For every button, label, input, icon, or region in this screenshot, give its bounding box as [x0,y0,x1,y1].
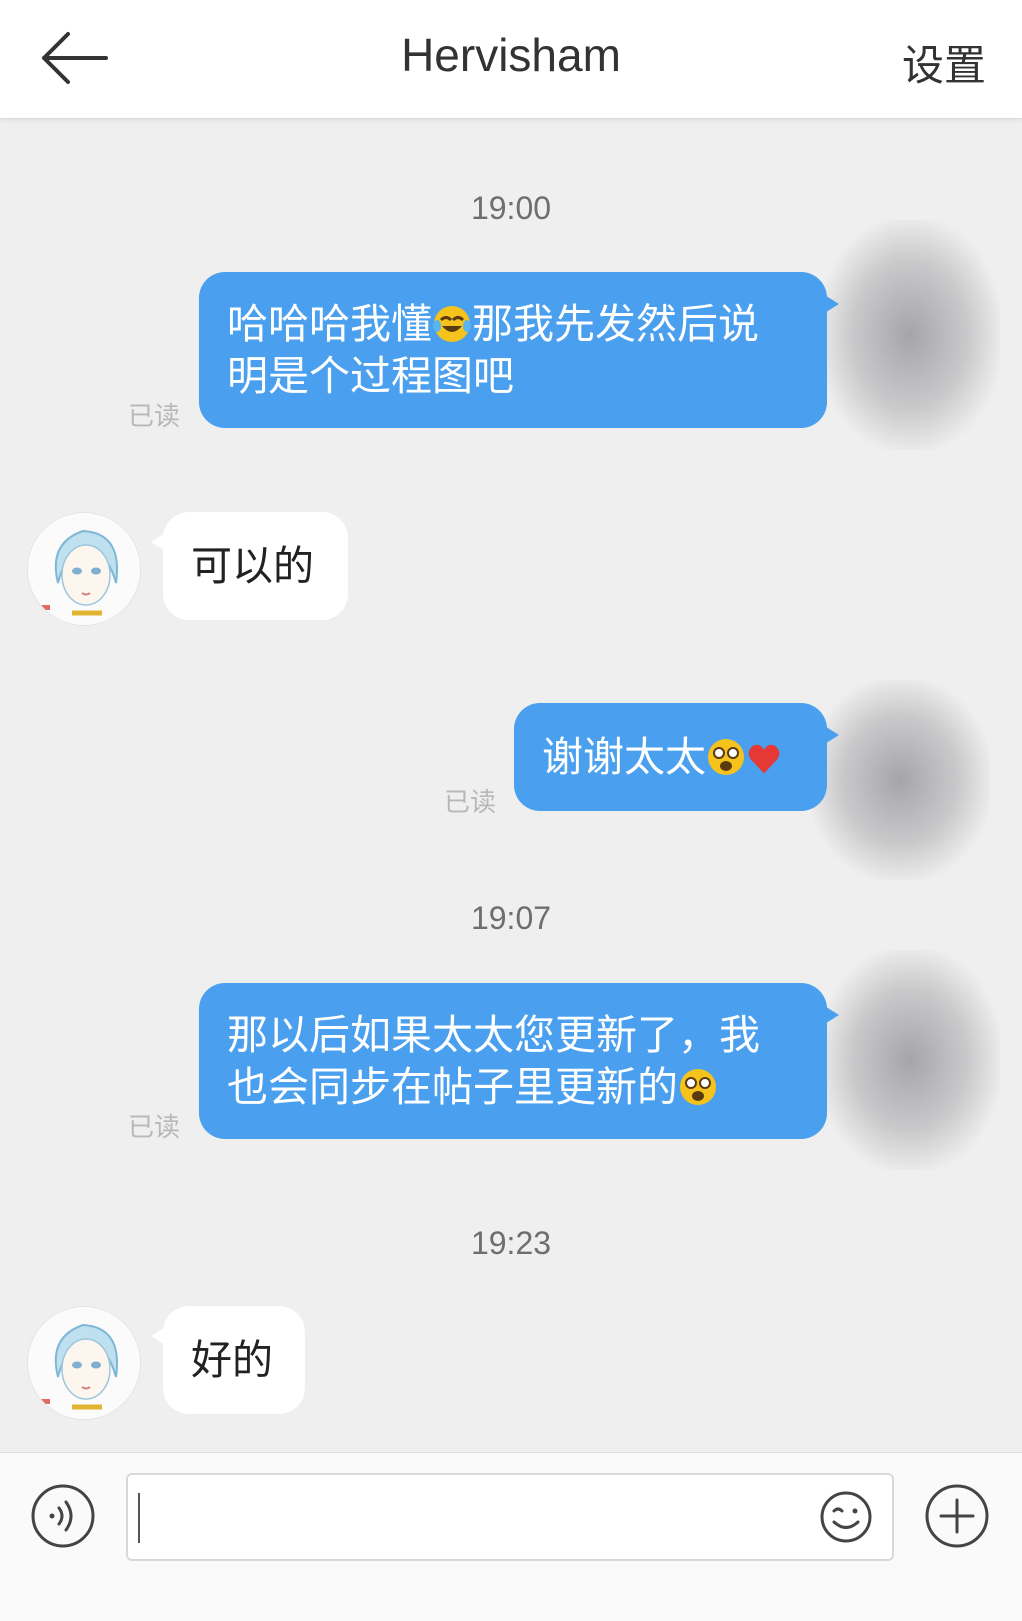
redaction-smudge [820,220,1000,450]
message-line: 明是个过程图吧 [227,352,514,400]
message-bubble-outgoing[interactable]: 哈哈哈我懂 那我先发然后说 明是个过程图吧 [199,272,839,428]
settings-button[interactable]: 设置 [902,32,986,93]
redaction-smudge [810,680,990,880]
message-input[interactable] [126,1473,894,1561]
message-bubble-incoming[interactable]: 好的 [151,1306,305,1414]
voice-icon[interactable] [30,1483,96,1549]
message-line: 那以后如果太太您更新了，我 [227,1011,760,1059]
timestamp: 19:23 [470,1225,552,1261]
shocked-emoji [680,1069,716,1105]
message-line: 哈哈哈我懂 那我先发然后说 [227,300,759,348]
read-status: 已读 [128,402,181,432]
message-bubble-incoming[interactable]: 可以的 [151,512,348,620]
emoji-icon[interactable] [818,1489,874,1545]
shocked-emoji [708,739,744,775]
timestamp: 19:07 [470,900,552,936]
redaction-smudge [820,950,1000,1170]
message-input-bar [0,1452,1022,1621]
read-status: 已读 [444,788,497,818]
text-caret [138,1493,140,1543]
message-bubble-outgoing[interactable]: 谢谢太太 [514,703,839,811]
avatar-illustration [28,1307,140,1419]
chat-header: Hervisham 设置 [0,0,1022,119]
message-bubble-outgoing[interactable]: 那以后如果太太您更新了，我 也会同步在帖子里更新的 [199,983,839,1139]
message-line: 谢谢太太 [542,731,799,783]
message-line: 好的 [191,1336,273,1384]
read-status: 已读 [128,1113,181,1143]
contact-avatar[interactable] [27,1306,141,1420]
message-line: 可以的 [191,542,314,590]
chat-title: Hervisham [401,29,621,81]
message-line: 也会同步在帖子里更新的 [227,1061,799,1113]
laugh-cry-emoji [433,306,471,342]
plus-icon[interactable] [924,1483,990,1549]
contact-avatar[interactable] [27,512,141,626]
heart-emoji [748,744,780,774]
timestamp: 19:00 [470,190,552,226]
avatar-illustration [28,513,140,625]
